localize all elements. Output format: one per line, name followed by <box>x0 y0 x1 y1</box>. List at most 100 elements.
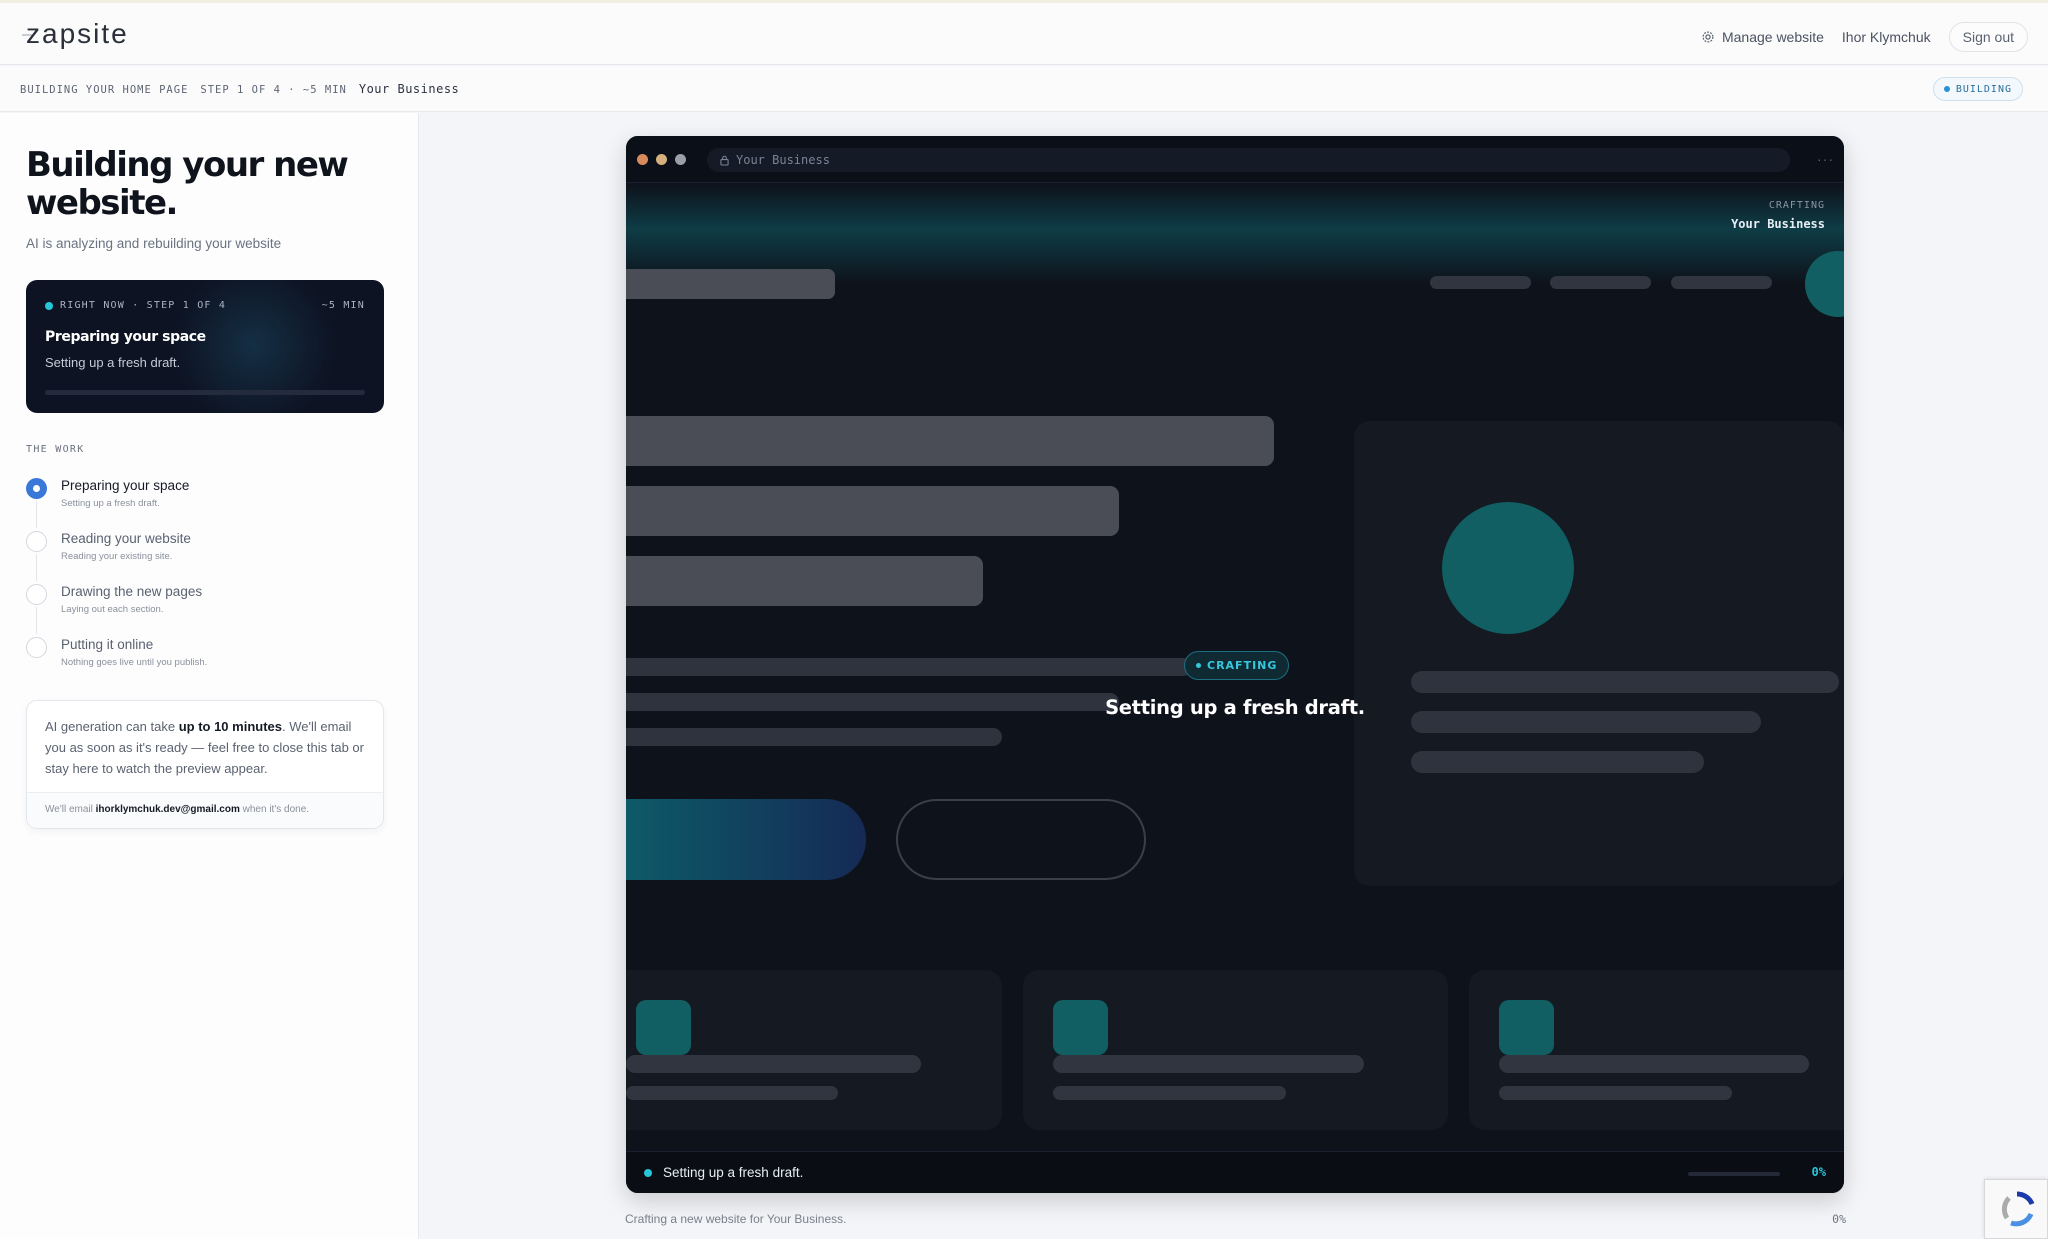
step-name: Preparing your space <box>61 478 190 493</box>
skeleton-feature-card <box>1469 970 1844 1130</box>
preview-window: Your Business ··· CRAFTING Your Business <box>626 136 1844 1193</box>
skeleton-text-line <box>626 658 1192 676</box>
step-desc: Setting up a fresh draft. <box>61 498 160 509</box>
skeleton-card-line <box>1411 671 1839 693</box>
skeleton-feature-icon <box>1053 1000 1108 1055</box>
skeleton-text-line <box>626 728 1002 746</box>
breadcrumb-page: BUILDING YOUR HOME PAGE <box>20 84 189 96</box>
info-text-pre: AI generation can take <box>45 719 179 734</box>
recaptcha-icon <box>2001 1191 2035 1227</box>
skeleton-feature-line <box>626 1055 921 1073</box>
step-list: Preparing your space Setting up a fresh … <box>26 475 386 687</box>
preview-status-bar: Setting up a fresh draft. 0% <box>626 1151 1844 1193</box>
step-active-icon <box>26 478 47 499</box>
skeleton-logo <box>626 269 835 299</box>
step-pending-icon <box>26 584 47 605</box>
current-step-card: RIGHT NOW · STEP 1 OF 4 ~5 MIN Preparing… <box>26 280 384 413</box>
skeleton-secondary-button <box>896 799 1146 880</box>
manage-website-link[interactable]: Manage website <box>1701 29 1824 45</box>
skeleton-feature-icon <box>1499 1000 1554 1055</box>
top-header: zapsite Manage website Ihor Klymchuk Sig… <box>0 0 2048 65</box>
skeleton-card-image <box>1442 502 1574 634</box>
skeleton-card-line <box>1411 751 1704 773</box>
email-notice-post: when it's done. <box>239 804 310 815</box>
status-dot-icon <box>1943 86 1950 92</box>
skeleton-nav-item <box>1671 276 1772 289</box>
minimize-dot-icon <box>656 154 667 165</box>
crafting-dot-icon <box>1196 663 1201 668</box>
step-item: Putting it online Nothing goes live unti… <box>26 634 386 687</box>
skeleton-feature-card <box>626 970 1002 1130</box>
live-dot-icon <box>45 301 53 310</box>
skeleton-hero-line <box>626 486 1119 536</box>
header-actions: Manage website Ihor Klymchuk Sign out <box>1701 22 2028 52</box>
skeleton-feature-card <box>1023 970 1448 1130</box>
recaptcha-badge[interactable] <box>1984 1179 2048 1239</box>
preview-status-message: Setting up a fresh draft. <box>663 1165 804 1180</box>
manage-website-label: Manage website <box>1721 29 1824 45</box>
current-step-title: Preparing your space <box>45 329 206 345</box>
step-pending-icon <box>26 637 47 658</box>
generation-info-card: AI generation can take up to 10 minutes.… <box>26 700 384 829</box>
status-badge: BUILDING <box>1932 77 2023 101</box>
step-connector <box>36 554 37 581</box>
skeleton-feature-line <box>626 1086 838 1100</box>
skeleton-hero-line <box>626 556 983 606</box>
current-step-meta-label: RIGHT NOW · STEP 1 OF 4 <box>60 300 227 311</box>
lock-icon <box>720 155 729 166</box>
skeleton-nav-item <box>1550 276 1651 289</box>
preview-progress-bar <box>1688 1172 1780 1176</box>
page-title: Building your new website. <box>26 145 349 223</box>
page-subtitle: AI is analyzing and rebuilding your webs… <box>26 236 282 251</box>
skeleton-feature-line <box>1053 1086 1286 1100</box>
step-desc: Nothing goes live until you publish. <box>61 657 208 668</box>
step-desc: Reading your existing site. <box>61 551 173 562</box>
preview-progress-percent: 0% <box>1811 1165 1826 1179</box>
email-notice-pre: We'll email <box>45 804 96 815</box>
gear-icon <box>1702 31 1714 43</box>
preview-center-message: Setting up a fresh draft. <box>1105 696 1365 719</box>
step-pending-icon <box>26 531 47 552</box>
sign-out-button[interactable]: Sign out <box>1948 22 2028 52</box>
breadcrumb: BUILDING YOUR HOME PAGE STEP 1 OF 4 · ~5… <box>20 82 459 96</box>
progress-subbar: BUILDING YOUR HOME PAGE STEP 1 OF 4 · ~5… <box>0 66 2048 112</box>
email-address: ihorklymchuk.dev@gmail.com <box>95 804 240 815</box>
breadcrumb-step: STEP 1 OF 4 · ~5 MIN <box>200 84 347 96</box>
preview-caption-percent: 0% <box>1832 1212 1846 1226</box>
step-item: Preparing your space Setting up a fresh … <box>26 475 386 528</box>
preview-caption: Crafting a new website for Your Business… <box>625 1212 847 1226</box>
crafting-label: CRAFTING <box>1768 200 1825 211</box>
current-step-eta: ~5 MIN <box>321 300 365 311</box>
current-step-desc: Setting up a fresh draft. <box>45 355 181 370</box>
url-bar: Your Business <box>707 148 1790 172</box>
step-desc: Laying out each section. <box>61 604 164 615</box>
crafting-badge: CRAFTING <box>1184 651 1290 680</box>
current-step-progress-bar <box>45 390 365 395</box>
close-dot-icon <box>637 154 648 165</box>
crafting-badge-label: CRAFTING <box>1207 659 1278 672</box>
status-badge-label: BUILDING <box>1955 83 2012 95</box>
status-dot-icon <box>644 1169 652 1177</box>
info-text-duration: up to 10 minutes <box>178 719 282 734</box>
skeleton-feature-line <box>1499 1086 1732 1100</box>
crafting-business: Your Business <box>1731 217 1825 231</box>
skeleton-feature-line <box>1053 1055 1364 1073</box>
user-name[interactable]: Ihor Klymchuk <box>1842 29 1931 45</box>
skeleton-nav-item <box>1430 276 1531 289</box>
step-name: Drawing the new pages <box>61 584 203 599</box>
step-item: Drawing the new pages Laying out each se… <box>26 581 386 634</box>
breadcrumb-business: Your Business <box>358 82 460 96</box>
logo[interactable]: zapsite <box>26 18 129 50</box>
url-text: Your Business <box>736 153 830 167</box>
current-step-meta: RIGHT NOW · STEP 1 OF 4 <box>45 300 226 311</box>
more-icon[interactable]: ··· <box>1817 151 1834 167</box>
step-item: Reading your website Reading your existi… <box>26 528 386 581</box>
browser-chrome: Your Business ··· <box>626 136 1844 183</box>
maximize-dot-icon <box>675 154 686 165</box>
step-name: Reading your website <box>61 531 191 546</box>
work-section-label: THE WORK <box>26 444 85 455</box>
skeleton-primary-button <box>626 799 866 880</box>
email-notice: We'll email ihorklymchuk.dev@gmail.com w… <box>27 792 383 828</box>
skeleton-feature-line <box>1499 1055 1809 1073</box>
skeleton-side-card <box>1354 421 1844 886</box>
